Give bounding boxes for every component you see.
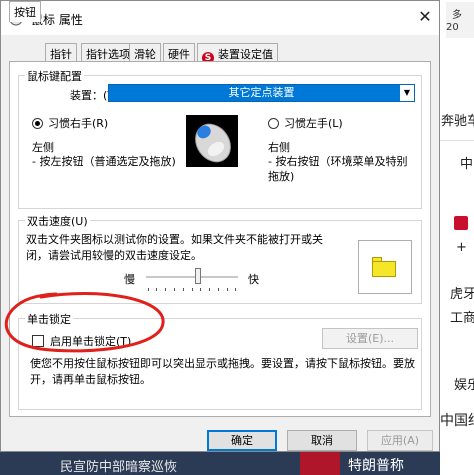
background-headline[interactable]: 中国红 [440,410,474,430]
background-browser-page [440,0,474,475]
tab-wheel[interactable]: 滑轮 [129,43,161,61]
click-lock-group-label: 单击锁定 [25,311,73,327]
right-hand-radio-label: 习惯右手(R) [48,117,109,130]
double-click-speed-slider[interactable] [146,276,238,278]
folder-icon [372,261,396,277]
chevron-down-icon[interactable]: ▼ [400,85,414,101]
radio-button-unchecked[interactable] [268,118,279,129]
left-hand-radio[interactable]: 习惯左手(L) [268,115,343,131]
apply-button[interactable]: 应用(A) [367,430,433,451]
click-lock-description: 使您不用按住鼠标按钮即可以突出显示或拖拽。要设置，请按下鼠标按钮。要放开，请再单… [30,357,415,386]
left-side-description: - 按左按钮（普通选定及拖放) [32,155,176,168]
click-lock-checkbox-label: 启用单击锁定(T) [50,335,132,348]
slider-tick [235,288,236,291]
click-lock-checkbox-row[interactable]: 启用单击锁定(T) [32,333,131,349]
test-folder-area[interactable] [358,240,412,294]
click-lock-settings-button[interactable]: 设置(E)... [322,328,418,349]
tab-device-settings-label: 装置设定值 [218,48,273,61]
fast-label: 快 [248,273,259,286]
slider-ticks [148,288,236,292]
slider-tick [148,288,149,291]
slider-tick [183,288,184,291]
mouse-illustration-icon [186,115,238,167]
left-hand-radio-label: 习惯左手(L) [284,117,343,130]
slow-label: 慢 [124,273,135,286]
background-text: 中 [460,157,474,172]
background-text: 民宣防中部暗察巡恢 [60,460,178,475]
double-click-speed-group-label: 双击速度(U) [25,213,90,229]
mouse-properties-dialog: 鼠标 属性 ✕ 按钮 指针 指针选项 滑轮 硬件 S 装置设定值 鼠标键配置 装置… [0,0,440,452]
background-text: + [456,240,467,255]
background-text: 多 [452,10,462,21]
right-side-description: - 按右按钮（环境菜单及特别拖放) [268,155,408,183]
tab-pointer-options[interactable]: 指针选项 [81,43,135,61]
slider-tick [156,288,157,291]
cancel-button[interactable]: 取消 [287,430,357,451]
title-bar[interactable]: 鼠标 属性 ✕ [1,1,439,35]
slider-tick [200,288,201,291]
background-bottom-strip: 民宣防中部暗察巡恢 特朗普称 [0,452,440,475]
slider-thumb[interactable] [195,268,202,284]
background-divider [440,140,474,141]
right-hand-radio[interactable]: 习惯右手(R) [32,115,108,131]
slider-tick [218,288,219,291]
background-link[interactable]: 奔驰车 [441,110,474,129]
slider-tick [192,288,193,291]
left-side-title: 左侧 [32,141,54,154]
tab-pointers[interactable]: 指针 [45,43,77,61]
tab-device-settings[interactable]: S 装置设定值 [197,43,278,64]
tab-buttons[interactable]: 按钮 [9,1,41,22]
close-button[interactable]: ✕ [413,5,437,29]
device-dropdown[interactable]: 其它定点装置 ▼ [108,84,415,102]
device-dropdown-value: 其它定点装置 [228,86,295,99]
slider-tick [165,288,166,291]
right-side-title: 右侧 [268,141,290,154]
background-link[interactable]: 娱乐 [454,374,474,393]
background-link[interactable]: 虎牙 [450,283,474,302]
background-headline[interactable]: 特朗普称 [348,455,404,475]
slider-tick [209,288,210,291]
background-link[interactable]: 工商 [450,307,474,326]
double-click-description: 双击文件夹图标以测试你的设置。如果文件夹不能被打开或关闭，请尝试用较慢的双击速度… [26,233,323,262]
background-flag-image [300,452,340,475]
buttons-tab-panel: 鼠标键配置 装置：(V) 其它定点装置 ▼ 习惯右手(R) 习惯左手(L) 左侧… [9,61,431,417]
ok-button[interactable]: 确定 [207,430,277,451]
tab-hardware[interactable]: 硬件 [163,43,195,61]
background-text: 20 [446,22,459,33]
radio-button-checked[interactable] [32,118,43,129]
background-red-icon [454,216,468,230]
slider-tick [174,288,175,291]
slider-tick [227,288,228,291]
click-lock-checkbox[interactable] [32,335,44,347]
button-config-group-label: 鼠标键配置 [25,68,84,84]
